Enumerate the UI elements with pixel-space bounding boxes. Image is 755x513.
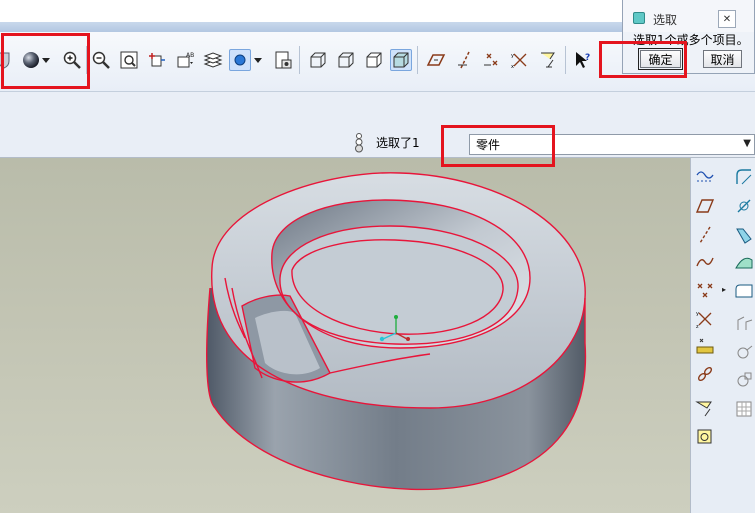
grid-icon[interactable]	[733, 398, 755, 420]
reorient-icon[interactable]	[145, 49, 167, 71]
annotation-box-filter	[441, 125, 555, 167]
svg-text:x: x	[511, 64, 514, 70]
chevron-down-icon: ▼	[743, 138, 751, 149]
svg-text:?: ?	[585, 53, 590, 63]
wireframe-icon[interactable]	[307, 49, 329, 71]
datum-point-icon[interactable]	[694, 280, 716, 302]
sketched-curve-icon[interactable]	[694, 166, 716, 188]
mirror-icon[interactable]	[733, 280, 755, 302]
zoom-out-icon[interactable]	[90, 49, 112, 71]
view-manager-icon[interactable]	[272, 49, 294, 71]
graphics-viewport[interactable]	[0, 158, 690, 513]
dialog-app-icon	[633, 12, 645, 24]
pattern-icon[interactable]	[733, 369, 755, 391]
draft-icon[interactable]	[733, 341, 755, 363]
boundary-blend-icon[interactable]	[733, 251, 755, 273]
annotation-box-view-tools	[1, 33, 90, 89]
selected-count-label: 选取了1	[376, 136, 420, 150]
context-help-icon[interactable]: ?	[572, 49, 594, 71]
shading-icon[interactable]	[390, 49, 412, 71]
chain-icon[interactable]	[694, 363, 716, 385]
selection-filter-icon	[352, 131, 366, 153]
feature-toolbar: yz ▸	[690, 158, 755, 513]
saved-views-icon[interactable]: AB	[174, 49, 196, 71]
annotation-box-ok-button	[599, 41, 687, 78]
part-model[interactable]	[0, 158, 690, 513]
datum-axis-icon[interactable]	[694, 224, 716, 246]
analysis-feature-icon[interactable]	[694, 335, 716, 357]
chamfer-icon[interactable]	[733, 195, 755, 217]
datum-plane-icon[interactable]	[694, 195, 716, 217]
coordinate-system-icon[interactable]: yz	[694, 308, 716, 330]
datum-axis-display-icon[interactable]	[454, 49, 476, 71]
datum-plane-display-icon[interactable]	[425, 49, 447, 71]
close-icon[interactable]: ✕	[718, 10, 736, 28]
cancel-button[interactable]: 取消	[703, 50, 742, 68]
refit-icon[interactable]	[118, 49, 140, 71]
layers-icon[interactable]	[202, 49, 224, 71]
coordinate-system-display-icon[interactable]: yx	[509, 49, 531, 71]
appearance-dropdown-icon[interactable]	[252, 49, 264, 71]
annotation-display-icon[interactable]	[537, 49, 559, 71]
repeat-icon[interactable]	[694, 426, 716, 448]
sweep-icon[interactable]	[733, 224, 755, 246]
svg-text:y: y	[696, 311, 699, 317]
shell-icon[interactable]	[733, 313, 755, 335]
datum-curve-icon[interactable]	[694, 251, 716, 273]
dialog-title: 选取	[653, 13, 678, 27]
expand-arrow-icon[interactable]: ▸	[722, 285, 726, 294]
svg-text:z: z	[696, 324, 699, 329]
appearance-icon[interactable]	[229, 49, 251, 71]
datum-point-display-icon[interactable]	[481, 49, 503, 71]
no-hidden-icon[interactable]	[363, 49, 385, 71]
hidden-line-icon[interactable]	[335, 49, 357, 71]
round-icon[interactable]	[733, 166, 755, 188]
svg-text:y: y	[511, 53, 514, 59]
svg-text:AB: AB	[186, 52, 194, 59]
annotation-feature-icon[interactable]	[694, 398, 716, 420]
